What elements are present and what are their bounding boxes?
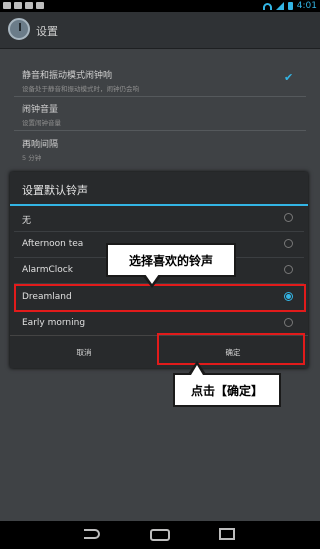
clock-app-icon[interactable] — [8, 18, 30, 40]
setting-subtitle: 设备处于静音和振动模式时，闹钟仍会响 — [22, 85, 139, 93]
setting-subtitle: 设置闹钟音量 — [22, 119, 61, 127]
action-bar: 设置 — [0, 12, 320, 49]
notification-icon — [36, 2, 44, 9]
callout-click-ok: 点击【确定】 — [173, 373, 281, 407]
callout-pointer-fill — [145, 274, 159, 284]
navigation-bar — [0, 521, 320, 549]
setting-snooze-interval[interactable]: 再响间隔 5 分钟 — [22, 137, 58, 162]
setting-subtitle: 5 分钟 — [22, 154, 42, 162]
notification-icons — [3, 2, 44, 9]
notification-icon — [3, 2, 11, 9]
option-label: AlarmClock — [22, 265, 73, 275]
home-icon[interactable] — [150, 529, 170, 541]
check-icon[interactable]: ✔ — [284, 72, 295, 83]
dreamland-highlight-box — [14, 284, 306, 312]
divider — [14, 231, 304, 232]
setting-title: 静音和振动模式闹钟响 — [22, 71, 113, 81]
radio-button[interactable] — [284, 265, 293, 274]
status-time: 4:01 — [296, 1, 317, 11]
option-label: 无 — [22, 216, 32, 226]
status-icons: 4:01 — [262, 0, 317, 12]
cancel-button[interactable]: 取消 — [10, 336, 158, 369]
radio-button[interactable] — [284, 213, 293, 222]
back-icon[interactable] — [84, 529, 100, 539]
battery-icon — [287, 2, 293, 10]
setting-alarm-volume[interactable]: 闹钟音量 设置闹钟音量 — [22, 102, 61, 127]
radio-button[interactable] — [284, 318, 293, 327]
setting-title: 闹钟音量 — [22, 105, 59, 115]
page-title: 设置 — [36, 25, 58, 38]
setting-title: 再响间隔 — [22, 140, 59, 150]
wifi-icon — [262, 2, 272, 10]
dialog-title-divider — [10, 204, 308, 206]
divider — [14, 96, 306, 97]
dialog-title: 设置默认铃声 — [22, 184, 88, 197]
divider — [14, 130, 306, 131]
recent-apps-icon[interactable] — [219, 528, 235, 540]
callout-text: 点击【确定】 — [190, 383, 263, 398]
notification-icon — [25, 2, 33, 9]
radio-button[interactable] — [284, 239, 293, 248]
ringtone-option-none[interactable]: 无 — [10, 207, 308, 231]
signal-icon — [275, 2, 284, 10]
notification-icon — [14, 2, 22, 9]
callout-pointer-fill — [191, 365, 203, 375]
option-label: Early morning — [22, 318, 86, 328]
status-bar: 4:01 — [0, 0, 320, 12]
callout-text: 选择喜欢的铃声 — [128, 253, 213, 268]
callout-choose-ringtone: 选择喜欢的铃声 — [106, 243, 236, 277]
setting-silent-alarm[interactable]: 静音和振动模式闹钟响 设备处于静音和振动模式时，闹钟仍会响 — [22, 68, 139, 93]
option-label: Afternoon tea — [22, 239, 84, 249]
ok-highlight-box — [157, 333, 305, 365]
